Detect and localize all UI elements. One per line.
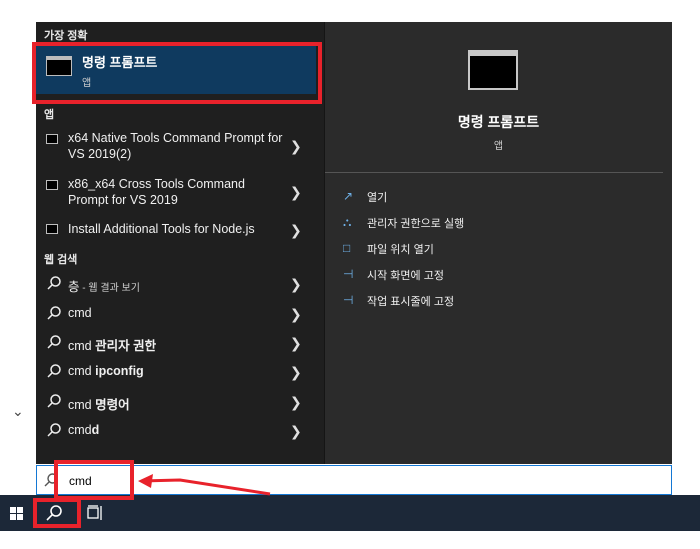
chevron-right-icon[interactable]: ❯ [290,184,302,201]
search-icon [47,394,61,408]
search-icon [47,335,61,349]
search-icon [47,364,61,378]
action-label: 파일 위치 열기 [367,244,434,256]
command-prompt-large-icon [468,50,518,90]
app-result-label: x86_x64 Cross Tools Command Prompt for V… [68,177,245,207]
chevron-right-icon[interactable]: ❯ [290,335,302,352]
action-open[interactable]: ↗ 열기 [343,186,643,208]
web-result-item[interactable]: cmd 명령어 ❯ [36,388,324,416]
action-label: 관리자 권한으로 실행 [367,218,465,230]
web-result-item[interactable]: cmd ❯ [36,300,324,328]
chevron-right-icon[interactable]: ❯ [290,364,302,381]
app-result-label: Install Additional Tools for Node.js [68,222,255,236]
highlight-box-best-match [32,42,322,104]
open-icon: ↗ [343,189,354,203]
highlight-box-search-input [54,460,134,500]
action-pin-to-taskbar[interactable]: ⊣ 작업 표시줄에 고정 [343,290,643,312]
preview-subtitle: 앱 [493,141,504,152]
best-match-header: 가장 정확 [44,30,88,42]
search-icon [47,423,61,437]
chevron-right-icon[interactable]: ❯ [290,222,302,239]
highlight-box-taskbar-search [33,498,81,528]
windows-logo-icon[interactable] [10,507,24,521]
web-result-label: cmd [68,306,92,320]
pin-icon: ⊣ [343,267,354,281]
apps-header: 앱 [44,109,55,121]
web-result-item[interactable]: cmdd ❯ [36,417,324,445]
app-result-item[interactable]: x86_x64 Cross Tools Command Prompt for V… [36,176,324,212]
action-run-as-admin[interactable]: ⛬ 관리자 권한으로 실행 [343,212,643,234]
file-location-icon: □ [343,241,351,255]
preview-pane: 명령 프롬프트 앱 ↗ 열기 ⛬ 관리자 권한으로 실행 □ 파일 위치 열기 … [325,22,672,464]
action-open-file-location[interactable]: □ 파일 위치 열기 [343,238,643,260]
web-result-label: cmd 관리자 권한 [68,339,157,353]
page-bottom-margin [0,531,700,549]
web-result-item[interactable]: cmd ipconfig ❯ [36,358,324,386]
app-result-item[interactable]: x64 Native Tools Command Prompt for VS 2… [36,130,324,166]
desktop-strip: ⌄ [0,0,36,495]
shield-run-icon: ⛬ [343,215,352,229]
preview-title: 명령 프롬프트 [457,114,540,130]
search-icon [47,306,61,320]
chevron-right-icon[interactable]: ❯ [290,138,302,155]
action-label: 작업 표시줄에 고정 [367,296,455,308]
app-result-item[interactable]: Install Additional Tools for Node.js ❯ [36,221,324,241]
web-result-label: 층 - 웹 결과 보기 [68,280,140,294]
preview-divider [325,172,663,173]
action-pin-to-start[interactable]: ⊣ 시작 화면에 고정 [343,264,643,286]
chevron-down-icon[interactable]: ⌄ [12,403,24,420]
web-result-label: cmd 명령어 [68,398,130,412]
chevron-right-icon[interactable]: ❯ [290,423,302,440]
web-result-item[interactable]: 층 - 웹 결과 보기 ❯ [36,270,324,298]
terminal-icon [46,180,58,190]
task-view-icon[interactable] [86,505,104,521]
terminal-icon [46,134,58,144]
web-result-label: cmd ipconfig [68,364,144,378]
pin-icon: ⊣ [343,293,354,307]
web-result-label: cmdd [68,423,100,437]
chevron-right-icon[interactable]: ❯ [290,276,302,293]
chevron-right-icon[interactable]: ❯ [290,306,302,323]
app-result-label: x64 Native Tools Command Prompt for VS 2… [68,131,283,161]
action-label: 시작 화면에 고정 [367,270,444,282]
action-label: 열기 [367,192,388,204]
web-search-header: 웹 검색 [44,254,78,266]
taskbar [0,495,700,531]
terminal-icon [46,224,58,234]
web-result-item[interactable]: cmd 관리자 권한 ❯ [36,329,324,357]
search-icon [47,276,61,290]
chevron-right-icon[interactable]: ❯ [290,394,302,411]
